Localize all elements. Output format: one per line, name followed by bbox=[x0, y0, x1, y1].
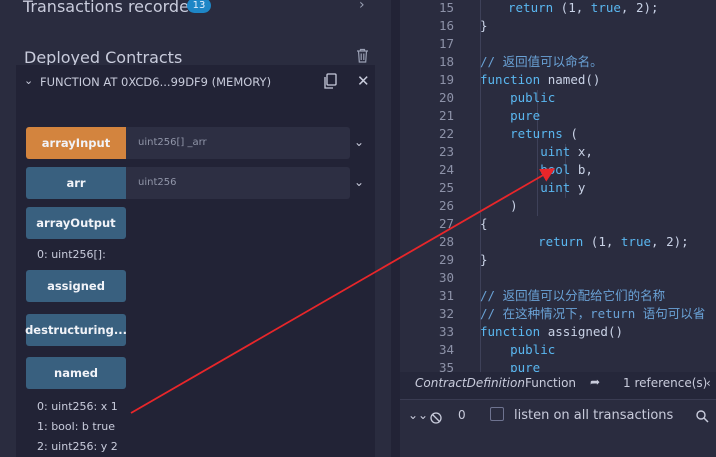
annotation-arrow bbox=[130, 168, 556, 414]
